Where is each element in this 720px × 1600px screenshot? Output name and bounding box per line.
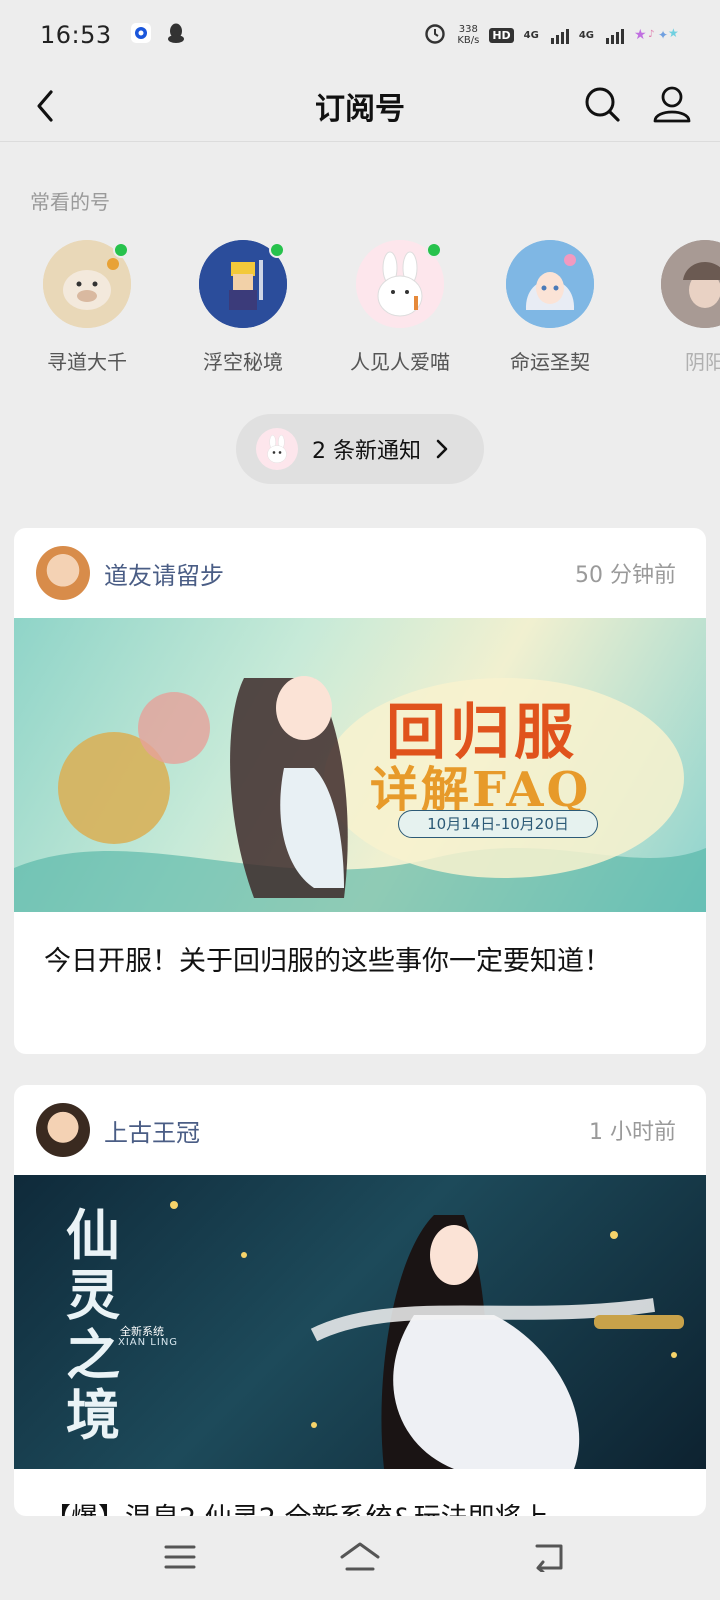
profile-button[interactable] xyxy=(648,80,696,128)
status-bar: 16:53 338 KB/s HD 4G 4G ★ ♪ ✦ ★ xyxy=(0,0,720,70)
section-label-frequent: 常看的号 xyxy=(30,190,110,214)
frequent-account-item[interactable]: 浮空秘境 xyxy=(168,240,318,375)
menu-button[interactable] xyxy=(150,1532,210,1582)
anime-girl-avatar-icon xyxy=(506,240,594,328)
home-icon xyxy=(340,1542,380,1571)
notification-text: 2 条新通知 xyxy=(312,439,421,464)
search-button[interactable] xyxy=(578,80,626,128)
article-title[interactable]: 今日开服！关于回归服的这些事你一定要知道！ xyxy=(14,912,706,983)
frequent-account-name: 浮空秘境 xyxy=(203,350,283,374)
avatar xyxy=(199,240,287,328)
battery-stars-icon: ★ ♪ ✦ ★ xyxy=(634,23,680,47)
system-navigation-bar xyxy=(0,1516,720,1600)
frequent-account-name: 寻道大千 xyxy=(47,350,127,374)
article-banner-image[interactable]: 回归服 详解FAQ 10月14日-10月20日 xyxy=(14,618,706,912)
menu-icon xyxy=(164,1545,196,1569)
back-button[interactable] xyxy=(22,82,70,130)
svg-text:★: ★ xyxy=(668,26,679,40)
frequent-account-name: 命运圣契 xyxy=(510,350,590,374)
person-icon xyxy=(653,86,691,123)
svg-text:★: ★ xyxy=(634,27,647,43)
author-name[interactable]: 道友请留步 xyxy=(104,556,224,591)
online-status-dot xyxy=(426,242,442,258)
avatar xyxy=(506,240,594,328)
frequent-account-item[interactable]: 阴阳 xyxy=(630,240,720,375)
alarm-icon xyxy=(423,21,447,49)
avatar xyxy=(43,240,131,328)
frequent-account-item[interactable]: 命运圣契 xyxy=(475,240,625,375)
back-arrow-icon xyxy=(37,90,53,122)
author-name[interactable]: 上古王冠 xyxy=(104,1113,200,1148)
character-avatar-icon xyxy=(661,240,720,328)
new-notification-button[interactable]: 2 条新通知 xyxy=(236,414,484,484)
search-icon xyxy=(585,87,620,122)
status-time: 16:53 xyxy=(40,21,112,49)
svg-text:✦: ✦ xyxy=(658,28,668,42)
banner-date: 10月14日-10月20日 xyxy=(398,810,598,838)
article-title[interactable]: 【爆】温泉2 仙灵2 全新系统&玩法即将上 xyxy=(14,1469,706,1516)
signal-icon-2 xyxy=(606,26,624,44)
publish-time: 1 小时前 xyxy=(589,1120,676,1145)
signal-label-1: 4G xyxy=(523,29,539,41)
app-notification-icon xyxy=(130,22,152,48)
svg-text:♪: ♪ xyxy=(648,29,654,40)
article-card[interactable]: 道友请留步 50 分钟前 回归服 详解FAQ 10月14日-10月20日 今日开… xyxy=(14,528,706,1054)
online-status-dot xyxy=(269,242,285,258)
frequent-account-name: 人见人爱喵 xyxy=(350,350,450,374)
avatar xyxy=(356,240,444,328)
hd-badge: HD xyxy=(489,27,514,43)
frequent-accounts-row: 寻道大千 浮空秘境 人见人爱喵 命运圣契 阴阳 xyxy=(0,240,720,380)
net-speed: 338 KB/s xyxy=(457,24,479,46)
return-icon xyxy=(535,1544,563,1572)
article-header: 上古王冠 1 小时前 xyxy=(14,1085,706,1175)
net-speed-unit: KB/s xyxy=(457,35,480,46)
article-header: 道友请留步 50 分钟前 xyxy=(14,528,706,618)
frequent-account-item[interactable]: 人见人爱喵 xyxy=(325,240,475,375)
chevron-right-icon xyxy=(435,438,449,460)
net-speed-value: 338 xyxy=(458,24,478,35)
author-avatar[interactable] xyxy=(36,546,90,600)
author-avatar[interactable] xyxy=(36,1103,90,1157)
top-navigation-bar: 订阅号 xyxy=(0,70,720,142)
home-button[interactable] xyxy=(330,1532,390,1582)
avatar xyxy=(661,240,720,328)
signal-label-2: 4G xyxy=(578,29,594,41)
frequent-account-name: 阴阳 xyxy=(685,350,720,374)
bunny-avatar-icon xyxy=(267,434,287,464)
article-banner-image[interactable]: 仙灵之境 全新系统 XIAN LING xyxy=(14,1175,706,1469)
banner-illustration xyxy=(14,676,706,912)
frequent-account-item[interactable]: 寻道大千 xyxy=(12,240,162,375)
notification-avatar xyxy=(256,428,298,470)
signal-icon-1 xyxy=(550,26,569,44)
back-system-button[interactable] xyxy=(520,1532,580,1582)
qq-penguin-icon xyxy=(166,22,186,48)
page-title: 订阅号 xyxy=(315,91,405,127)
publish-time: 50 分钟前 xyxy=(575,563,676,588)
article-card[interactable]: 上古王冠 1 小时前 仙灵之境 全新系统 XIAN LING 【爆】温泉2 仙灵… xyxy=(14,1085,706,1516)
banner-latin: XIAN LING xyxy=(118,1337,179,1348)
online-status-dot xyxy=(113,242,129,258)
